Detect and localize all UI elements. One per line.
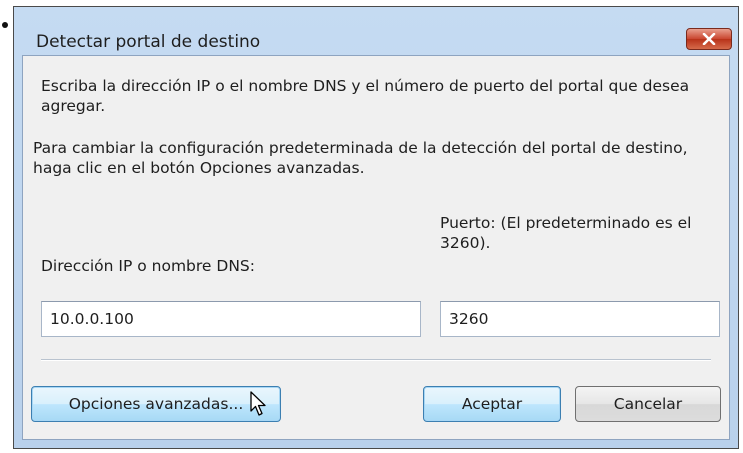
screenshot-page: Detectar portal de destino Escriba la di…: [0, 0, 743, 453]
cancel-button[interactable]: Cancelar: [575, 386, 721, 422]
mouse-pointer-icon: [250, 391, 266, 416]
title-bar[interactable]: Detectar portal de destino: [14, 7, 738, 55]
ip-label: Dirección IP o nombre DNS:: [41, 257, 255, 275]
list-bullet: [2, 22, 8, 28]
advanced-hint-text: Para cambiar la configuración predetermi…: [33, 139, 688, 177]
close-icon: [702, 33, 716, 45]
port-input[interactable]: 3260: [440, 301, 720, 337]
advanced-options-button[interactable]: Opciones avanzadas...: [31, 386, 281, 422]
separator-line: [41, 359, 711, 361]
close-button[interactable]: [686, 28, 732, 50]
dialog-body: Escriba la dirección IP o el nombre DNS …: [22, 55, 730, 440]
port-label: Puerto: (El predeterminado es el 3260).: [440, 214, 692, 252]
dialog-title: Detectar portal de destino: [36, 32, 261, 52]
ok-button[interactable]: Aceptar: [423, 386, 561, 422]
instructions-text: Escriba la dirección IP o el nombre DNS …: [41, 77, 690, 115]
ip-address-input[interactable]: 10.0.0.100: [41, 301, 421, 337]
dialog-window: Detectar portal de destino Escriba la di…: [13, 6, 739, 449]
